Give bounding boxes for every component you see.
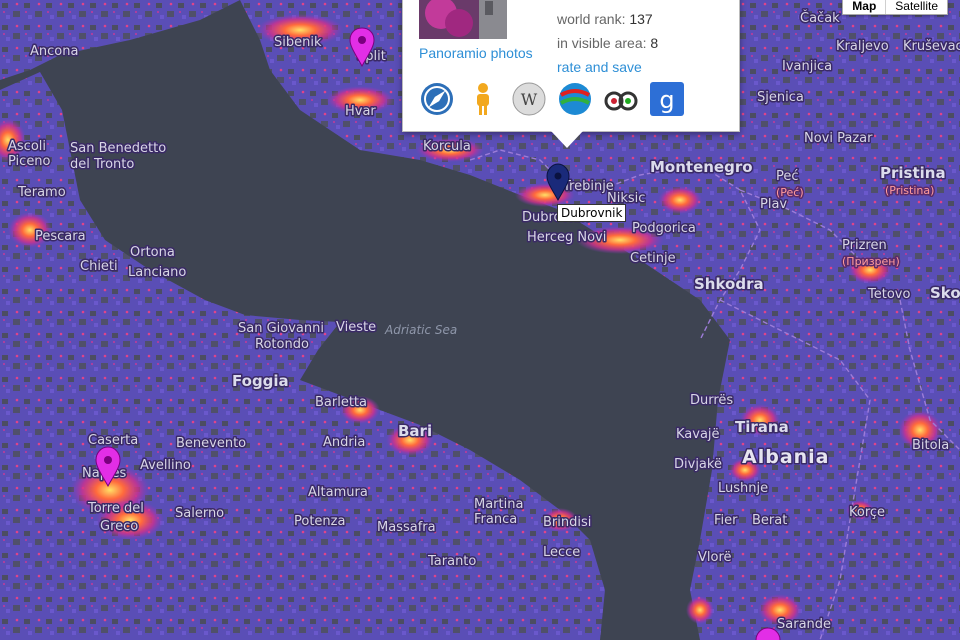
city-label: Bitola (912, 438, 949, 453)
map-type-satellite-button[interactable]: Satellite (886, 0, 947, 14)
city-label: Torre del (87, 501, 144, 516)
wikitravel-icon[interactable] (555, 79, 595, 119)
city-label: Greco (100, 519, 138, 534)
city-label: Plav (760, 197, 787, 212)
info-window: Panoramio photos world rank: 137 in visi… (402, 0, 740, 148)
visible-area-label: in visible area: (557, 35, 647, 51)
country-label: Montenegro (650, 158, 753, 176)
panoramio-photos-link[interactable]: Panoramio photos (419, 45, 533, 61)
sea-label: Adriatic Sea (384, 323, 457, 337)
city-label: Kavajë (676, 427, 720, 442)
city-label: Ivanjica (782, 59, 832, 74)
city-label: Prizren (842, 238, 887, 253)
city-label: Salerno (175, 506, 224, 521)
city-label: Peć (776, 169, 799, 184)
city-label: Lanciano (128, 265, 186, 280)
pin-tooltip: Dubrovnik (557, 204, 627, 222)
city-label: Podgorica (632, 221, 696, 236)
svg-text:W: W (521, 90, 538, 109)
city-label: Ortona (130, 245, 175, 260)
city-label: Sibenik (274, 35, 322, 50)
city-label: Sarande (777, 617, 831, 632)
pegman-icon[interactable] (463, 79, 503, 119)
city-label: Korcula (423, 139, 471, 154)
info-window-tail (551, 131, 583, 148)
svg-text:g: g (659, 86, 674, 114)
city-label-local: (Pristina) (885, 184, 934, 197)
compass-icon[interactable] (417, 79, 457, 119)
city-label: Tetovo (867, 287, 910, 302)
google-icon[interactable]: g (647, 79, 687, 119)
city-label: Brindisi (543, 515, 591, 530)
city-label: Vlorë (698, 550, 732, 565)
city-label: Altamura (308, 485, 368, 500)
map-type-control: Map Satellite (842, 0, 948, 15)
city-label: Chieti (80, 259, 118, 274)
city-label: Franca (474, 512, 517, 527)
tripadvisor-icon[interactable] (601, 79, 641, 119)
city-label: Andria (323, 435, 365, 450)
service-icons: W g (417, 79, 687, 119)
city-label: Novi Pazar (804, 131, 873, 146)
city-label: Herceg Novi (527, 230, 606, 245)
visible-area-value: 8 (650, 35, 659, 51)
city-label: Pristina (880, 164, 946, 182)
city-label: Sjenica (757, 90, 804, 105)
city-label: Massafra (377, 520, 436, 535)
city-label: Martina (474, 497, 523, 512)
city-label: Barletta (315, 395, 367, 410)
city-label: Hvar (345, 104, 376, 119)
city-label: Foggia (232, 372, 289, 390)
city-label: Lushnje (718, 481, 768, 496)
world-rank-value: 137 (629, 11, 653, 27)
city-label: Caserta (88, 433, 138, 448)
city-label: Shkodra (694, 275, 764, 293)
city-label: Potenza (294, 514, 345, 529)
rank-info: world rank: 137 in visible area: 8 (557, 7, 658, 55)
photo-thumbnail[interactable] (419, 0, 507, 39)
city-label: Piceno (8, 154, 51, 169)
city-label: Tirana (735, 418, 789, 436)
city-label: Kruševac (903, 39, 960, 54)
city-label: Taranto (427, 554, 476, 569)
city-label: San Benedetto (70, 141, 166, 156)
city-label: Fier (714, 513, 738, 528)
city-label: Benevento (176, 436, 246, 451)
city-label: Avellino (140, 458, 191, 473)
city-label: Bari (398, 422, 432, 440)
city-label: del Tronto (70, 157, 134, 172)
city-label: San Giovanni (238, 321, 324, 336)
city-label: Rotondo (255, 337, 309, 352)
city-label: Pescara (35, 229, 86, 244)
city-label: Kraljevo (836, 39, 889, 54)
city-label: Divjakë (674, 457, 722, 472)
city-label: Ascoli (8, 139, 46, 154)
city-label: Skopje (930, 284, 960, 302)
city-label: Ancona (30, 44, 78, 59)
rate-and-save-link[interactable]: rate and save (557, 59, 642, 75)
country-label: Albania (742, 446, 830, 468)
city-label: Teramo (17, 185, 66, 200)
city-label: Lecce (543, 545, 580, 560)
city-label-local: (Peć) (776, 186, 804, 199)
city-label: Berat (752, 513, 787, 528)
city-label: Čačak (800, 10, 840, 26)
city-label: Durrës (690, 393, 733, 408)
map-type-map-button[interactable]: Map (843, 0, 887, 14)
city-label: Korçe (849, 505, 885, 520)
city-label-local: (Призрен) (842, 255, 900, 268)
world-rank-label: world rank: (557, 11, 626, 27)
city-label: Vieste (336, 320, 376, 335)
city-label: Cetinje (630, 251, 676, 266)
wikipedia-icon[interactable]: W (509, 79, 549, 119)
